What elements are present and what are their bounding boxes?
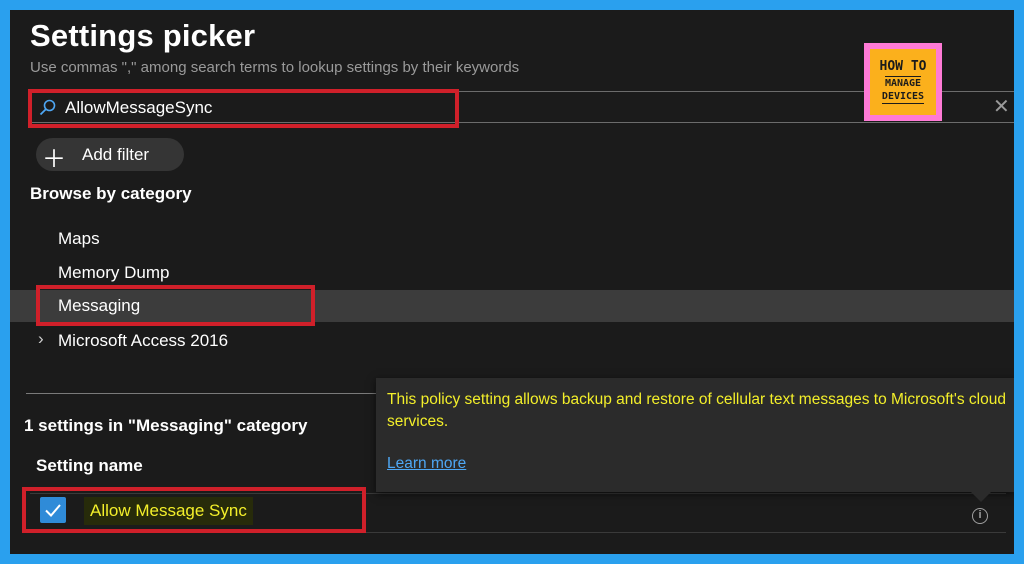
- section-divider: [26, 393, 378, 394]
- close-icon[interactable]: ✕: [993, 96, 1010, 118]
- browse-by-category-heading: Browse by category: [30, 184, 192, 203]
- info-icon[interactable]: i: [972, 508, 988, 524]
- logo-line-2: MANAGE: [884, 76, 922, 89]
- category-label: Microsoft Access 2016: [58, 331, 229, 350]
- messaging-highlight-box: [36, 285, 315, 326]
- column-header-setting-name[interactable]: Setting name: [36, 456, 143, 476]
- category-item-maps[interactable]: Maps: [10, 223, 1014, 255]
- setting-highlight-box: [22, 487, 366, 533]
- add-filter-label: Add filter: [82, 145, 150, 164]
- logo-line-1: HOW TO: [879, 59, 927, 74]
- tooltip-arrow: [971, 492, 991, 502]
- page-subtitle: Use commas "," among search terms to loo…: [30, 59, 520, 76]
- chevron-right-icon[interactable]: ›: [38, 329, 44, 349]
- settings-picker-panel: Settings picker Use commas "," among sea…: [10, 10, 1014, 554]
- category-item-microsoft-access-2016[interactable]: › Microsoft Access 2016: [10, 325, 1014, 357]
- setting-info-tooltip: This policy setting allows backup and re…: [376, 378, 1014, 492]
- settings-count-text: 1 settings in "Messaging" category: [24, 416, 308, 435]
- plus-icon: ＋: [42, 146, 66, 173]
- learn-more-link[interactable]: Learn more: [387, 455, 466, 473]
- tooltip-description: This policy setting allows backup and re…: [387, 391, 1006, 430]
- category-label: Maps: [58, 229, 100, 248]
- add-filter-button[interactable]: ＋ Add filter: [36, 138, 184, 173]
- category-label: Memory Dump: [58, 263, 170, 282]
- logo-line-3: DEVICES: [881, 91, 925, 104]
- search-highlight-box: [28, 89, 459, 128]
- page-title: Settings picker: [30, 18, 256, 53]
- how-to-manage-devices-logo: HOW TO MANAGE DEVICES: [864, 43, 942, 121]
